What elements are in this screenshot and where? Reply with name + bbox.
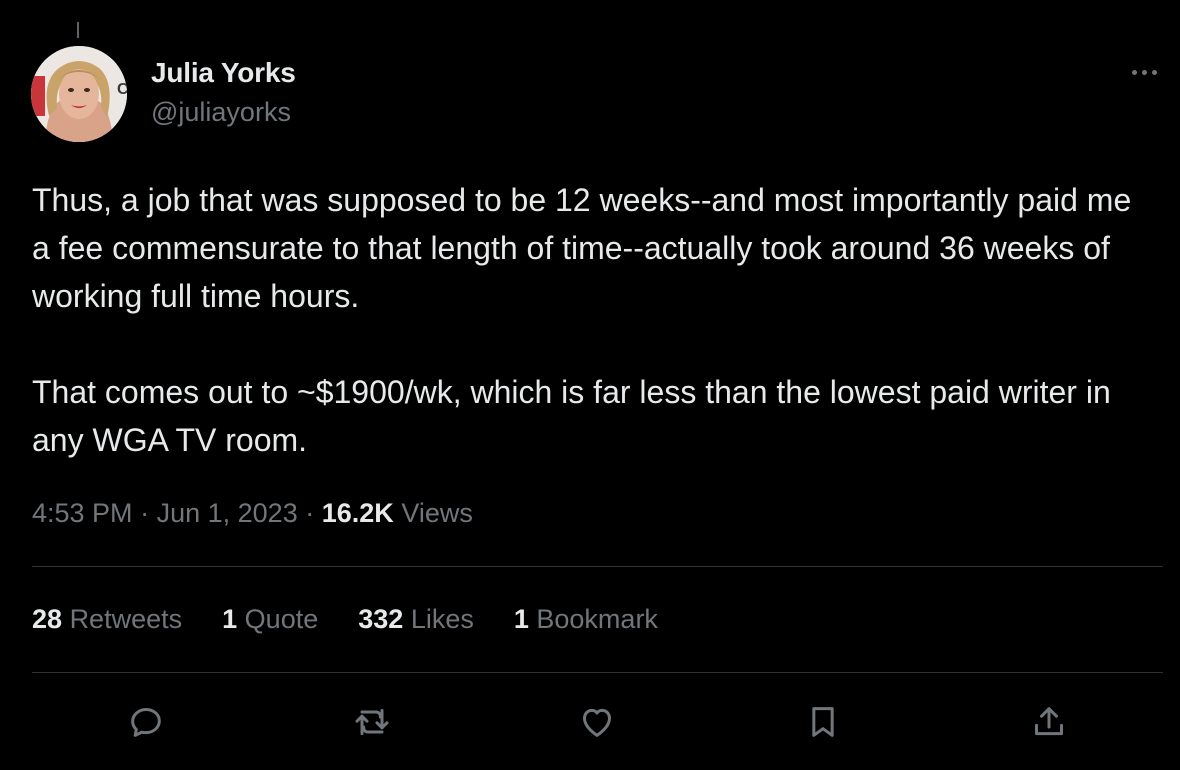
more-dot xyxy=(1151,69,1157,75)
meta-separator: · xyxy=(140,498,150,528)
thread-connector-line xyxy=(77,22,79,38)
share-button[interactable] xyxy=(1027,700,1071,744)
more-dot xyxy=(1141,69,1147,75)
divider xyxy=(32,672,1163,673)
avatar-photo: C xyxy=(31,46,127,142)
reply-icon xyxy=(131,708,161,737)
heart-icon xyxy=(583,708,611,737)
bookmarks-label: Bookmark xyxy=(536,604,658,634)
bookmarks-stat[interactable]: 1 Bookmark xyxy=(514,604,658,635)
retweet-icon xyxy=(355,708,389,736)
bookmark-icon xyxy=(812,707,834,737)
like-button[interactable] xyxy=(575,700,619,744)
quotes-stat[interactable]: 1 Quote xyxy=(222,604,318,635)
retweets-label: Retweets xyxy=(69,604,183,634)
tweet-paragraph: That comes out to ~$1900/wk, which is fa… xyxy=(32,374,1111,458)
bookmark-button[interactable] xyxy=(801,700,845,744)
meta-separator: · xyxy=(305,498,315,528)
tweet-text: Thus, a job that was supposed to be 12 w… xyxy=(32,176,1142,464)
engagement-stats: 28 Retweets 1 Quote 332 Likes 1 Bookmark xyxy=(32,604,698,635)
retweets-count: 28 xyxy=(32,604,63,634)
reply-button[interactable] xyxy=(124,700,168,744)
likes-count: 332 xyxy=(358,604,404,634)
tweet-paragraph: Thus, a job that was supposed to be 12 w… xyxy=(32,182,1132,314)
svg-text:C: C xyxy=(117,81,127,98)
more-dot xyxy=(1131,69,1137,75)
views-label: Views xyxy=(401,498,473,528)
likes-stat[interactable]: 332 Likes xyxy=(358,604,474,635)
views-count: 16.2K xyxy=(321,498,394,528)
quotes-label: Quote xyxy=(244,604,319,634)
author-handle[interactable]: @juliayorks xyxy=(151,97,291,128)
avatar[interactable]: C xyxy=(31,46,127,142)
tweet-time[interactable]: 4:53 PM xyxy=(32,498,133,528)
retweets-stat[interactable]: 28 Retweets xyxy=(32,604,182,635)
more-horizontal-icon[interactable] xyxy=(1124,60,1164,84)
likes-label: Likes xyxy=(410,604,474,634)
divider xyxy=(32,566,1163,567)
retweet-button[interactable] xyxy=(350,700,394,744)
bookmarks-count: 1 xyxy=(513,604,529,634)
quotes-count: 1 xyxy=(222,604,238,634)
share-icon xyxy=(1035,707,1063,736)
tweet-date[interactable]: Jun 1, 2023 xyxy=(157,498,298,528)
author-name[interactable]: Julia Yorks xyxy=(151,57,296,89)
tweet-meta: 4:53 PM · Jun 1, 2023 · 16.2K Views xyxy=(32,498,473,529)
